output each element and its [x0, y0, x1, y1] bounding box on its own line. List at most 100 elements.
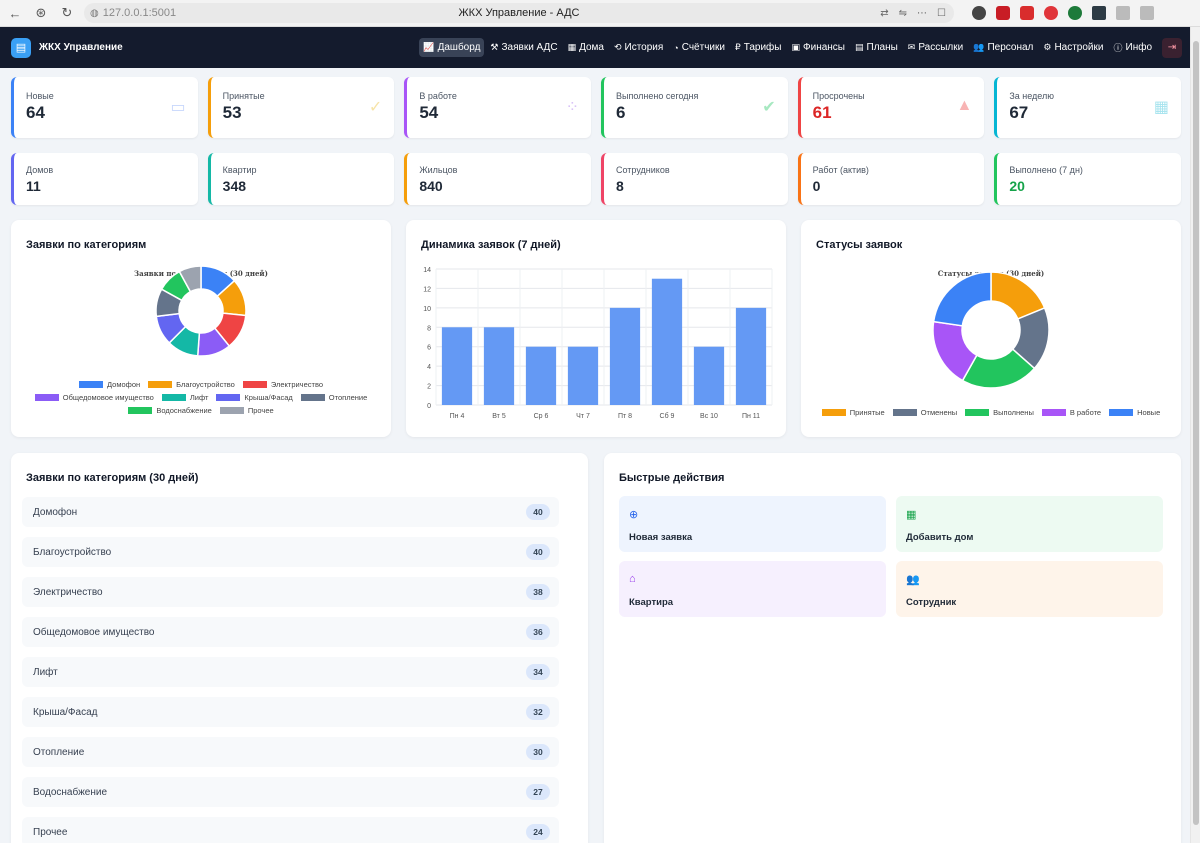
stat-card[interactable]: За неделю 67 ▦ — [994, 77, 1181, 138]
translate-page-icon[interactable]: ⇋ — [899, 8, 907, 19]
nav-item-11[interactable]: ⓘ Инфо — [1109, 37, 1156, 58]
bar[interactable] — [567, 346, 599, 405]
building-icon: ▦ — [567, 42, 577, 52]
stat-card[interactable]: Принятые 53 ✓ — [207, 77, 395, 138]
legend-item[interactable]: Выполнены — [965, 408, 1034, 417]
stat-value: 11 — [26, 178, 41, 194]
legend-item[interactable]: Водоснабжение — [128, 406, 212, 415]
list-item[interactable]: Благоустройство 40 — [22, 537, 559, 567]
legend-item[interactable]: Благоустройство — [148, 380, 235, 389]
bar[interactable] — [651, 278, 683, 405]
nav-item-3[interactable]: ⟲ История — [610, 38, 667, 57]
nav-item-2[interactable]: ▦ Дома — [564, 38, 608, 57]
extension-icon[interactable] — [972, 6, 986, 20]
legend-item[interactable]: В работе — [1041, 408, 1101, 417]
check-icon: ✓ — [368, 99, 383, 116]
x-tick-label: Вс 10 — [700, 413, 718, 420]
quick-action-button[interactable]: ⊕ Новая заявка — [619, 496, 886, 552]
stat-value: 840 — [419, 178, 443, 194]
legend-item[interactable]: Отопление — [300, 393, 367, 402]
nav-item-label: Планы — [866, 42, 898, 53]
stat-card[interactable]: Жильцов 840 — [404, 153, 591, 205]
legend-swatch — [78, 381, 103, 388]
stat-card[interactable]: Работ (актив) 0 — [797, 153, 985, 205]
nav-item-0[interactable]: 📈 Дашборд — [419, 38, 485, 57]
shield-icon[interactable]: ⊛ — [30, 2, 52, 24]
y-tick-label: 12 — [423, 286, 431, 293]
ublock-icon[interactable] — [996, 6, 1010, 20]
legend-item[interactable]: Лифт — [161, 393, 208, 402]
list-item[interactable]: Водоснабжение 27 — [22, 777, 559, 807]
nav-item-9[interactable]: 👥 Персонал — [969, 38, 1037, 57]
nav-item-5[interactable]: ₽ Тарифы — [731, 38, 786, 57]
warning-icon: ▲ — [956, 97, 973, 114]
legend-item[interactable]: Общедомовое имущество — [34, 393, 154, 402]
legend-item[interactable]: Домофон — [78, 380, 140, 389]
stat-card[interactable]: Домов 11 — [11, 153, 198, 205]
quick-action-button[interactable]: 👥 Сотрудник — [896, 561, 1163, 617]
brand[interactable]: ▤ ЖКХ Управление — [11, 37, 123, 58]
more-icon[interactable]: ⋯ — [917, 8, 927, 19]
nav-item-1[interactable]: ⚒ Заявки АДС — [486, 38, 561, 57]
list-item[interactable]: Электричество 38 — [22, 577, 559, 607]
bar[interactable] — [609, 307, 641, 405]
list-item[interactable]: Общедомовое имущество 36 — [22, 617, 559, 647]
users-icon: 👥 — [906, 574, 920, 586]
quick-action-button[interactable]: ⌂ Квартира — [619, 561, 886, 617]
legend-item[interactable]: Принятые — [821, 408, 885, 417]
stat-card[interactable]: В работе 54 ⁘ — [404, 77, 591, 138]
back-icon[interactable]: ← — [4, 2, 26, 24]
bookmark-icon[interactable]: ☐ — [937, 8, 946, 19]
extension-x-icon[interactable] — [1092, 6, 1106, 20]
stat-label: Работ (актив) — [812, 165, 869, 175]
bar[interactable] — [525, 346, 557, 405]
nav-item-label: Заявки АДС — [501, 42, 558, 53]
scrollbar-thumb[interactable] — [1193, 41, 1199, 825]
bar[interactable] — [735, 307, 767, 405]
list-item[interactable]: Крыша/Фасад 32 — [22, 697, 559, 727]
stat-card[interactable]: Новые 64 ▭ — [11, 77, 198, 138]
bar[interactable] — [441, 327, 473, 405]
quick-actions-card: Быстрые действия ⊕ Новая заявка ▦ Добавить … — [604, 453, 1181, 843]
legend-item[interactable]: Отменены — [892, 408, 957, 417]
nav-item-8[interactable]: ✉ Рассылки — [904, 38, 967, 57]
list-item[interactable]: Домофон 40 — [22, 497, 559, 527]
nav-item-6[interactable]: ▣ Финансы — [787, 38, 849, 57]
legend-item[interactable]: Крыша/Фасад — [216, 393, 293, 402]
reload-icon[interactable]: ↻ — [56, 2, 78, 24]
dynamics-chart-card: Динамика заявок (7 дней) 0 2 4 6 8 10 12 14 Пн 4… — [406, 220, 786, 437]
stat-value: 20 — [1009, 178, 1025, 194]
puzzle-icon[interactable] — [1116, 6, 1130, 20]
quick-action-label: Квартира — [629, 597, 674, 608]
stat-card[interactable]: Выполнено сегодня 6 ✔ — [601, 77, 788, 138]
translate-icon[interactable]: ⇄ — [880, 8, 888, 19]
bar[interactable] — [693, 346, 725, 405]
calendar-icon: ▤ — [854, 42, 864, 52]
count-badge: 32 — [526, 704, 550, 720]
scrollbar[interactable] — [1190, 27, 1200, 843]
bar[interactable] — [483, 327, 515, 405]
shield-ext-icon[interactable] — [1020, 6, 1034, 20]
stat-card[interactable]: Квартир 348 — [207, 153, 395, 205]
address-bar[interactable]: ◍ 127.0.0.1:5001 ЖКХ Управление - АДС ⇄ … — [84, 3, 954, 23]
nav-item-4[interactable]: ◔ Счётчики — [669, 38, 729, 57]
nav-item-7[interactable]: ▤ Планы — [851, 38, 902, 57]
stat-card[interactable]: Просрочены 61 ▲ — [797, 77, 985, 138]
nav-item-10[interactable]: ⚙ Настройки — [1039, 38, 1107, 57]
legend-item[interactable]: Электричество — [242, 380, 323, 389]
donut-slice[interactable] — [932, 271, 992, 327]
adblock-icon[interactable] — [1044, 6, 1058, 20]
stat-card[interactable]: Выполнено (7 дн) 20 — [994, 153, 1181, 205]
count-badge: 40 — [526, 504, 550, 520]
extension-b-icon[interactable] — [1068, 6, 1082, 20]
logout-icon[interactable]: ⇥ — [1162, 37, 1182, 58]
legend-item[interactable]: Прочее — [219, 406, 274, 415]
list-item[interactable]: Лифт 34 — [22, 657, 559, 687]
legend-item[interactable]: Новые — [1109, 408, 1160, 417]
quick-action-button[interactable]: ▦ Добавить дом — [896, 496, 1163, 552]
list-item[interactable]: Прочее 24 — [22, 817, 559, 843]
stat-card[interactable]: Сотрудников 8 — [601, 153, 788, 205]
menu-icon[interactable] — [1140, 6, 1154, 20]
y-tick-label: 14 — [423, 267, 431, 274]
list-item[interactable]: Отопление 30 — [22, 737, 559, 767]
